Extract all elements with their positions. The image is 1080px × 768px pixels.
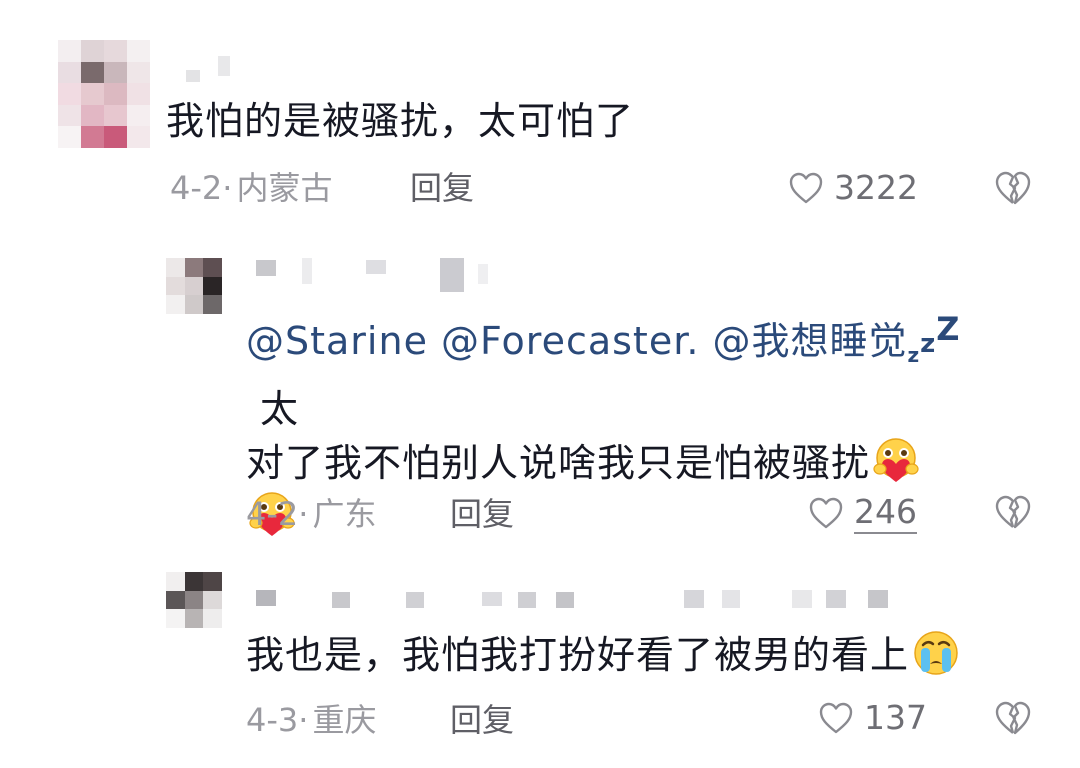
reply-button[interactable]: 回复	[410, 168, 474, 208]
comment-date: 4-2·	[170, 169, 233, 207]
zzz-icon: zzZ	[907, 310, 961, 367]
reply-button[interactable]: 回复	[450, 494, 514, 534]
mention-links[interactable]: @Starine @Forecaster. @我想睡觉	[246, 319, 908, 363]
comment-text: 我怕的是被骚扰，太可怕了	[166, 99, 635, 143]
heart-outline-icon	[819, 702, 853, 734]
heart-outline-icon	[809, 497, 843, 529]
comment-thread: 我怕的是被骚扰，太可怕了 4-2· 内蒙古 回复 3222 @Starine @F…	[0, 0, 1080, 768]
broken-heart-icon[interactable]	[994, 170, 1032, 206]
broken-heart-icon[interactable]	[994, 700, 1032, 736]
comment-text-part: 对了我不怕别人说啥我只是怕被骚扰	[246, 441, 871, 485]
broken-heart-icon[interactable]	[994, 494, 1032, 530]
like-count: 246	[854, 492, 917, 534]
comment-line: @Starine @Forecaster. @我想睡觉zzZ 太	[246, 302, 1006, 436]
comment-line: 对了我不怕别人说啥我只是怕被骚扰	[246, 436, 1006, 490]
reply-button[interactable]: 回复	[450, 700, 514, 740]
like-button[interactable]: 137	[818, 698, 927, 738]
hugging-heart-emoji	[873, 438, 919, 482]
comment-text: 我也是，我怕我打扮好看了被男的看上	[246, 628, 963, 682]
like-count: 3222	[834, 168, 918, 207]
comment-location: 内蒙古	[236, 169, 333, 207]
comment-text-part: 我也是，我怕我打扮好看了被男的看上	[246, 633, 910, 677]
like-button[interactable]: 246	[808, 492, 917, 534]
comment-meta: 4-3· 重庆	[246, 700, 376, 740]
comment-meta: 4-2· 广东	[246, 494, 376, 534]
crying-face-emoji	[914, 631, 958, 675]
avatar[interactable]	[166, 258, 222, 314]
heart-outline-icon	[789, 172, 823, 204]
comment-location: 重庆	[312, 701, 377, 739]
avatar[interactable]	[166, 572, 222, 628]
comment-date: 4-2·	[246, 495, 309, 533]
comment-date: 4-3·	[246, 701, 309, 739]
like-count: 137	[864, 698, 927, 737]
comment-text-part: 太	[260, 387, 300, 431]
comment-meta: 4-2· 内蒙古	[170, 168, 332, 208]
comment-location: 广东	[312, 495, 377, 533]
like-button[interactable]: 3222	[788, 168, 918, 208]
avatar[interactable]	[58, 40, 150, 148]
